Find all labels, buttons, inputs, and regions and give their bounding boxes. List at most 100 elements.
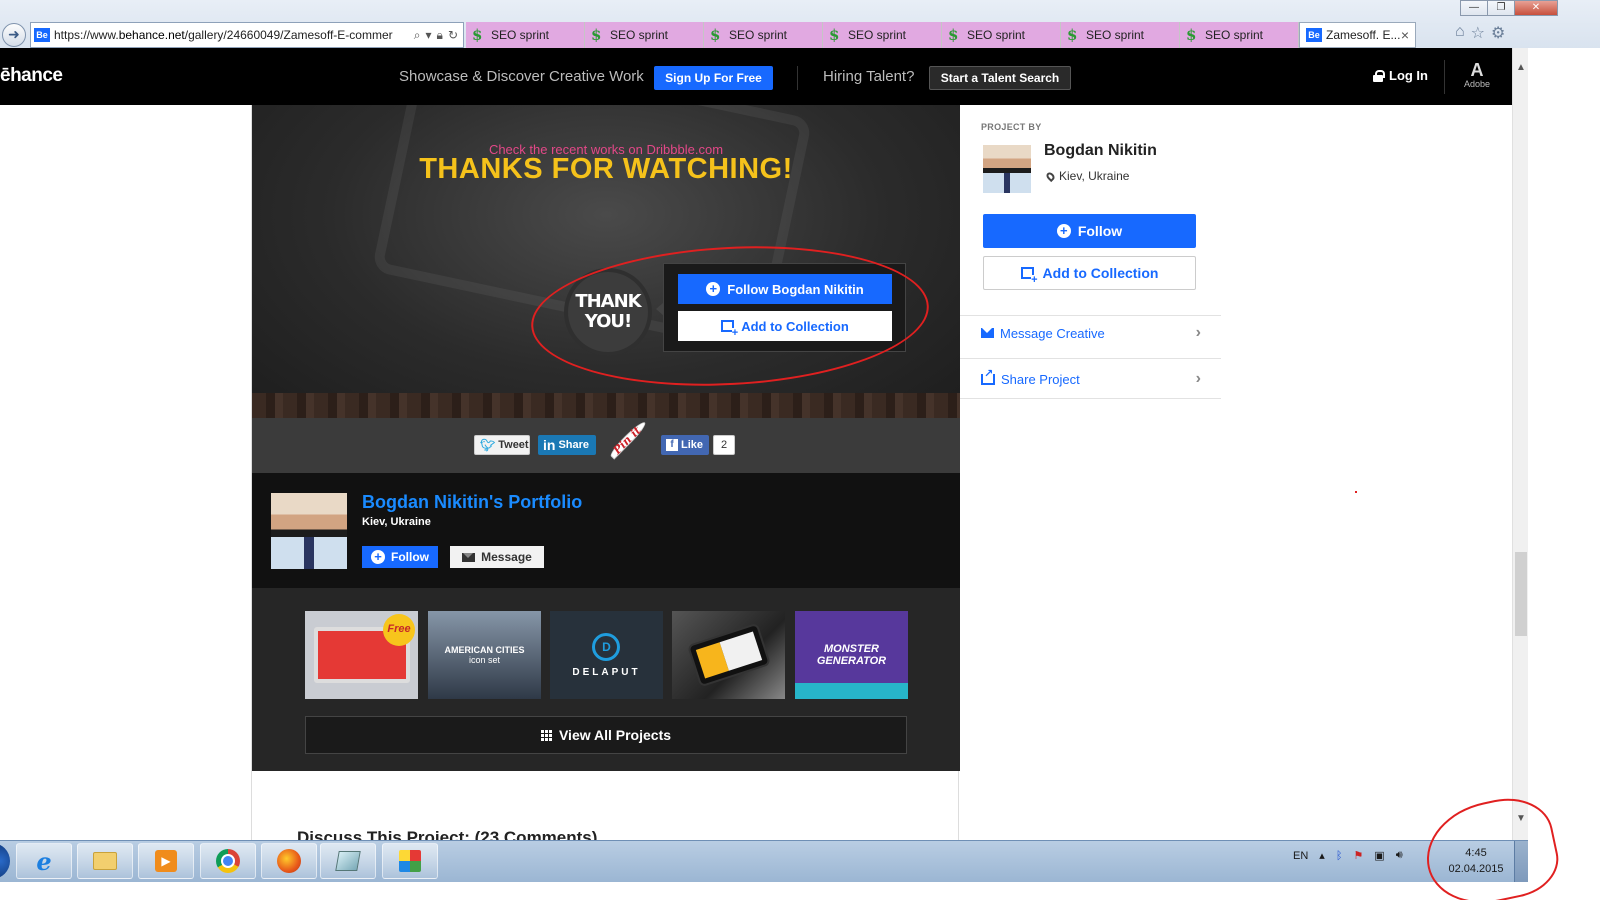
taskbar-cube-app[interactable] xyxy=(382,843,438,879)
chevron-right-icon: › xyxy=(1195,370,1201,387)
portfolio-title[interactable]: Bogdan Nikitin's Portfolio xyxy=(362,492,582,513)
creator-name[interactable]: Bogdan Nikitin xyxy=(1044,142,1157,160)
refresh-icon[interactable]: ↻ xyxy=(448,28,458,43)
taskbar-firefox[interactable] xyxy=(261,843,317,879)
folder-icon xyxy=(93,852,117,870)
taskbar-reader[interactable] xyxy=(320,843,376,879)
scroll-up-icon[interactable]: ▲ xyxy=(1513,62,1529,73)
tweet-button[interactable]: 🐦︎ Tweet xyxy=(474,435,530,455)
portfolio-message-button[interactable]: Message xyxy=(450,546,544,568)
linkedin-share-button[interactable]: in Share xyxy=(538,435,596,455)
twitter-icon: 🐦︎ xyxy=(480,438,496,452)
message-creative-link[interactable]: Message Creative › xyxy=(981,323,1201,343)
divider xyxy=(960,315,1221,316)
project-thumb-monster-generator[interactable]: MONSTER GENERATOR xyxy=(795,611,908,699)
address-bar[interactable]: Be https://www.behance.net/gallery/24660… xyxy=(30,22,464,48)
close-window-button[interactable]: ✕ xyxy=(1514,0,1558,16)
internet-explorer-icon: e xyxy=(36,846,52,876)
project-thumb-car-app[interactable] xyxy=(672,611,785,699)
tab-seo-sprint[interactable]: $ SEO sprint xyxy=(823,22,942,48)
tab-seo-sprint[interactable]: $ SEO sprint xyxy=(585,22,704,48)
plus-icon: + xyxy=(1056,224,1071,238)
follow-panel: +Follow Bogdan Nikitin Add to Collection xyxy=(656,263,906,352)
follow-creator-button[interactable]: + Follow Bogdan Nikitin xyxy=(678,274,892,304)
action-center-icon[interactable]: ⚑ xyxy=(1353,849,1363,862)
minimize-button[interactable]: — xyxy=(1460,0,1488,16)
lock-icon[interactable]: 🔒︎ xyxy=(437,28,443,43)
scroll-down-icon[interactable]: ▼ xyxy=(1513,813,1529,824)
linkedin-icon: in xyxy=(543,437,556,453)
sidebar-follow-button[interactable]: + Follow xyxy=(983,214,1196,248)
pinterest-button[interactable]: Pin it xyxy=(607,419,649,460)
close-tab-icon[interactable]: × xyxy=(1401,27,1409,43)
project-thumb-american-cities[interactable]: AMERICAN CITIES icon set xyxy=(428,611,541,699)
add-to-collection-button[interactable]: Add to Collection xyxy=(678,311,892,341)
delaput-logo-icon: D xyxy=(592,632,621,661)
discussion-heading: Discuss This Project: (23 Comments) xyxy=(297,828,598,840)
adobe-icon: A xyxy=(1470,60,1484,80)
behance-logo[interactable]: ēhance xyxy=(0,65,63,87)
avatar[interactable] xyxy=(271,493,347,569)
project-thumb-delaput[interactable]: D DELAPUT xyxy=(550,611,663,699)
cube-icon xyxy=(399,850,421,872)
free-badge: Free xyxy=(383,614,415,646)
start-button[interactable] xyxy=(0,843,10,879)
tray-expand-icon[interactable]: ▴ xyxy=(1319,849,1325,862)
signup-button[interactable]: Sign Up For Free xyxy=(654,66,773,90)
share-project-link[interactable]: Share Project› xyxy=(981,367,1201,389)
taskbar-chrome[interactable] xyxy=(200,843,256,879)
portfolio-follow-button[interactable]: + Follow xyxy=(362,546,438,568)
dollar-icon: $ xyxy=(710,26,721,44)
network-icon[interactable]: ▣ xyxy=(1374,849,1384,862)
login-link[interactable]: Log In xyxy=(1373,68,1428,83)
address-tools: ⌕ ▾ 🔒︎ ↻ xyxy=(409,28,463,43)
tab-seo-sprint[interactable]: $ SEO sprint xyxy=(1180,22,1299,48)
dollar-icon: $ xyxy=(1067,26,1078,44)
dollar-icon: $ xyxy=(948,26,959,44)
system-tray: EN ▴ ᛒ ⚑ ▣ 🔊︎ xyxy=(1293,849,1403,862)
behance-favicon-icon: Be xyxy=(1306,28,1322,42)
star-icon[interactable]: ☆ xyxy=(1471,23,1485,43)
search-icon[interactable]: ⌕ xyxy=(414,28,421,43)
firefox-icon xyxy=(277,849,301,873)
sidebar-add-collection-button[interactable]: Add to Collection xyxy=(983,256,1196,290)
maximize-button[interactable]: ❐ xyxy=(1487,0,1515,16)
tab-seo-sprint[interactable]: $ SEO sprint xyxy=(942,22,1061,48)
screen-margin xyxy=(0,882,1600,900)
mail-icon xyxy=(981,328,994,338)
view-all-projects-button[interactable]: View All Projects xyxy=(305,716,907,754)
taskbar-explorer[interactable] xyxy=(77,843,133,879)
tab-seo-sprint[interactable]: $ SEO sprint xyxy=(1061,22,1180,48)
facebook-like-button[interactable]: f Like xyxy=(661,435,709,455)
language-indicator[interactable]: EN xyxy=(1293,850,1308,862)
arrow-right-icon: ➜ xyxy=(8,26,20,42)
avatar[interactable] xyxy=(983,145,1031,193)
scrollbar-thumb[interactable] xyxy=(1515,552,1527,636)
like-count: 2 xyxy=(713,435,735,455)
dollar-icon: $ xyxy=(1186,26,1197,44)
back-button[interactable]: ➜ xyxy=(2,23,26,47)
home-icon[interactable]: ⌂ xyxy=(1455,23,1465,43)
taskbar-ie[interactable]: e xyxy=(16,843,72,879)
show-desktop-button[interactable] xyxy=(1514,841,1528,883)
dropdown-icon[interactable]: ▾ xyxy=(426,28,432,43)
bluetooth-icon[interactable]: ᛒ xyxy=(1336,850,1343,862)
tab-behance-active[interactable]: Be Zamesoff. E... × xyxy=(1299,22,1416,48)
volume-icon[interactable]: 🔊︎ xyxy=(1396,849,1403,862)
project-thumb-icon-set[interactable]: Free xyxy=(305,611,418,699)
window-controls: — ❐ ✕ xyxy=(1460,0,1558,16)
talent-search-button[interactable]: Start a Talent Search xyxy=(929,66,1071,90)
page-scrollbar[interactable]: ▲ ▼ xyxy=(1512,48,1528,840)
taskbar-media-player[interactable]: ▶ xyxy=(138,843,194,879)
hiring-text: Hiring Talent? xyxy=(823,68,915,85)
browser-toolbar-icons: ⌂ ☆ ⚙ xyxy=(1455,23,1505,43)
divider xyxy=(960,398,1221,399)
tab-seo-sprint[interactable]: $ SEO sprint xyxy=(466,22,585,48)
annotation-dot xyxy=(1355,491,1357,493)
adobe-logo[interactable]: A Adobe xyxy=(1462,61,1492,89)
tab-seo-sprint[interactable]: $ SEO sprint xyxy=(704,22,823,48)
header-tagline: Showcase & Discover Creative Work xyxy=(399,68,644,85)
project-by-label: PROJECT BY xyxy=(981,122,1042,132)
system-clock[interactable]: 4:45 02.04.2015 xyxy=(1442,845,1510,877)
gear-icon[interactable]: ⚙ xyxy=(1491,23,1505,43)
